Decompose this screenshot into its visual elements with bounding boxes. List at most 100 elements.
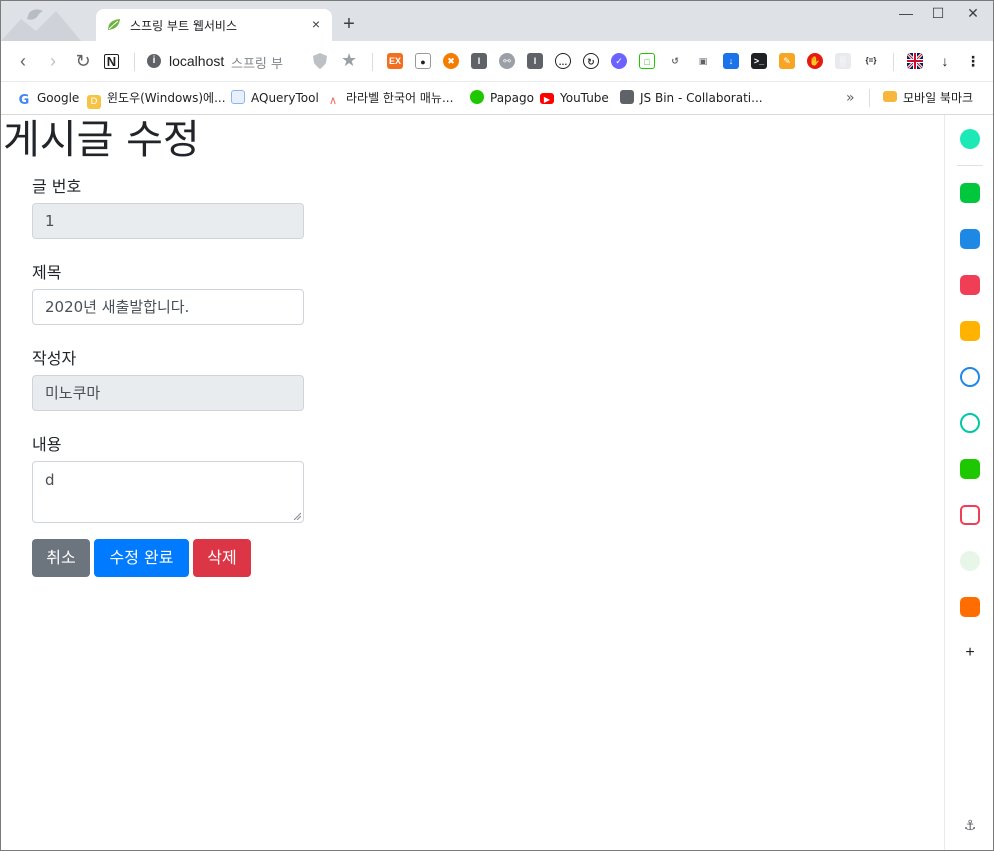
bookmark-laravel[interactable]: ∧ 라라벨 한국어 매뉴... — [326, 89, 454, 108]
play-icon[interactable] — [960, 413, 980, 433]
bookmark-youtube[interactable]: ▶ YouTube — [540, 89, 609, 107]
page-title: 게시글 수정 — [3, 117, 200, 163]
back-icon[interactable]: ‹ — [13, 51, 33, 71]
tab-close-icon[interactable]: × — [308, 16, 324, 32]
mascot-icon[interactable] — [960, 551, 980, 571]
address-page-title: 스프링 부 — [231, 57, 283, 72]
bookmark-star-icon[interactable]: ★ — [341, 50, 357, 71]
resize-handle-icon[interactable] — [293, 512, 301, 520]
pocket-icon[interactable] — [960, 275, 980, 295]
bookmark-label: YouTube — [560, 91, 609, 105]
spring-leaf-icon — [108, 19, 120, 30]
adblock-extension-icon[interactable]: ✋ — [807, 53, 823, 69]
chat-icon[interactable] — [960, 505, 980, 525]
link-extension-icon[interactable]: ⚯ — [499, 53, 515, 69]
tv-extension-icon[interactable]: □ — [639, 53, 655, 69]
bookmark-label: 라라벨 한국어 매뉴... — [346, 91, 454, 105]
gray-i-extension-icon[interactable]: I — [471, 53, 487, 69]
sync-extension-icon[interactable]: ↻ — [583, 53, 599, 69]
toolbar-divider — [134, 53, 135, 71]
bookmark-divider — [869, 89, 870, 107]
papago-icon — [470, 90, 484, 104]
camera-extension-icon[interactable]: ▣ — [695, 53, 711, 69]
forward-icon[interactable]: › — [43, 51, 63, 71]
sidebar-divider — [957, 165, 983, 166]
download-extension-icon[interactable]: ↓ — [723, 53, 739, 69]
jsbin-icon — [620, 90, 634, 104]
history-extension-icon[interactable]: ↺ — [667, 53, 683, 69]
orange-extension-icon[interactable]: ✖ — [443, 53, 459, 69]
content-text: d — [45, 471, 55, 489]
browser-toolbar: ‹ › ↻ N i localhost 스프링 부 ★ EX ● ✖ I ⚯ I… — [1, 41, 993, 82]
active-tab[interactable]: 스프링 부트 웹서비스 × — [96, 9, 332, 41]
pencil-extension-icon[interactable]: ✎ — [779, 53, 795, 69]
youtube-icon: ▶ — [540, 93, 554, 104]
green-square-icon[interactable] — [960, 459, 980, 479]
bookmark-label: AQueryTool — [251, 91, 319, 105]
site-info-icon[interactable]: i — [147, 54, 161, 68]
tab-title: 스프링 부트 웹서비스 — [130, 19, 237, 33]
save-button[interactable]: 수정 완료 — [94, 539, 189, 577]
title-field[interactable]: 2020년 새출발합니다. — [32, 289, 304, 325]
new-tab-button[interactable]: + — [339, 14, 359, 34]
address-bar[interactable]: i localhost 스프링 부 — [141, 47, 371, 75]
delete-button[interactable]: 삭제 — [193, 539, 251, 577]
browser-window: 스프링 부트 웹서비스 × + — ☐ ✕ ‹ › ↻ N i localhos… — [0, 0, 994, 851]
cancel-button[interactable]: 취소 — [32, 539, 90, 577]
author-label: 작성자 — [32, 349, 77, 368]
check-extension-icon[interactable]: ✓ — [611, 53, 627, 69]
json-extension-icon[interactable]: {=} — [863, 53, 879, 69]
close-window-button[interactable]: ✕ — [958, 5, 988, 25]
wallet-icon[interactable] — [960, 229, 980, 249]
bookmarks-bar: G Google D 윈도우(Windows)에... AQueryTool ∧ 라라… — [1, 82, 993, 115]
reload-icon[interactable]: ↻ — [73, 51, 93, 71]
bookmark-label: JS Bin - Collaborati... — [640, 91, 763, 105]
whale-space-icon[interactable] — [960, 129, 980, 149]
notion-extension-icon[interactable]: N — [104, 54, 119, 69]
bookmark-d-icon: D — [87, 95, 101, 109]
folder-icon — [883, 91, 897, 102]
bookmark-label: 모바일 북마크 — [903, 91, 974, 105]
address-host: localhost — [169, 53, 225, 69]
ex-extension-icon[interactable]: EX — [387, 53, 403, 69]
page-content: 게시글 수정 글 번호 1 제목 2020년 새출발합니다. 작성자 미노쿠마 … — [1, 115, 943, 850]
bookmark-jsbin[interactable]: JS Bin - Collaborati... — [620, 89, 763, 107]
laravel-icon: ∧ — [326, 94, 340, 108]
profile-theme-icon — [1, 9, 81, 41]
document-icon — [231, 90, 245, 104]
bookmark-papago[interactable]: Papago — [470, 89, 534, 107]
notification-icon[interactable] — [960, 183, 980, 203]
minimize-button[interactable]: — — [891, 5, 921, 25]
right-sidebar: + ⚓ — [944, 115, 993, 850]
terminal-extension-icon[interactable]: >_ — [751, 53, 767, 69]
penguin-extension-icon[interactable]: ● — [415, 53, 431, 69]
more-bookmarks-icon[interactable]: » — [846, 89, 855, 107]
papago-plus-icon[interactable] — [960, 597, 980, 617]
downloads-icon[interactable]: ↓ — [937, 53, 953, 69]
uk-flag-icon[interactable] — [907, 53, 923, 69]
post-id-label: 글 번호 — [32, 177, 82, 196]
bookmark-label: Google — [37, 91, 80, 105]
reader-extension-icon[interactable]: I — [527, 53, 543, 69]
pin-icon[interactable]: ⚓ — [960, 815, 980, 835]
bookmark-aquerytool[interactable]: AQueryTool — [231, 89, 319, 107]
bookmark-mobile[interactable]: 모바일 북마크 — [883, 89, 973, 107]
grid-extension-icon[interactable]: ▒ — [835, 53, 851, 69]
google-icon: G — [17, 93, 31, 108]
bookmark-windows[interactable]: D 윈도우(Windows)에... — [87, 89, 226, 109]
author-field[interactable]: 미노쿠마 — [32, 375, 304, 411]
add-icon[interactable]: + — [960, 643, 980, 663]
line-extension-icon[interactable]: … — [555, 53, 571, 69]
favorites-star-icon[interactable] — [960, 321, 980, 341]
menu-icon[interactable]: ⋮ — [965, 53, 981, 69]
content-textarea[interactable]: d — [32, 461, 304, 523]
papago-sidebar-icon[interactable] — [960, 367, 980, 387]
post-id-field[interactable]: 1 — [32, 203, 304, 239]
content-label: 내용 — [32, 435, 62, 454]
tab-strip: 스프링 부트 웹서비스 × + — ☐ ✕ — [1, 1, 993, 41]
shield-extension-icon[interactable] — [313, 53, 327, 69]
bookmark-google[interactable]: G Google — [17, 89, 80, 108]
bookmark-label: 윈도우(Windows)에... — [107, 91, 226, 105]
toolbar-divider — [893, 53, 894, 71]
maximize-button[interactable]: ☐ — [923, 5, 953, 25]
